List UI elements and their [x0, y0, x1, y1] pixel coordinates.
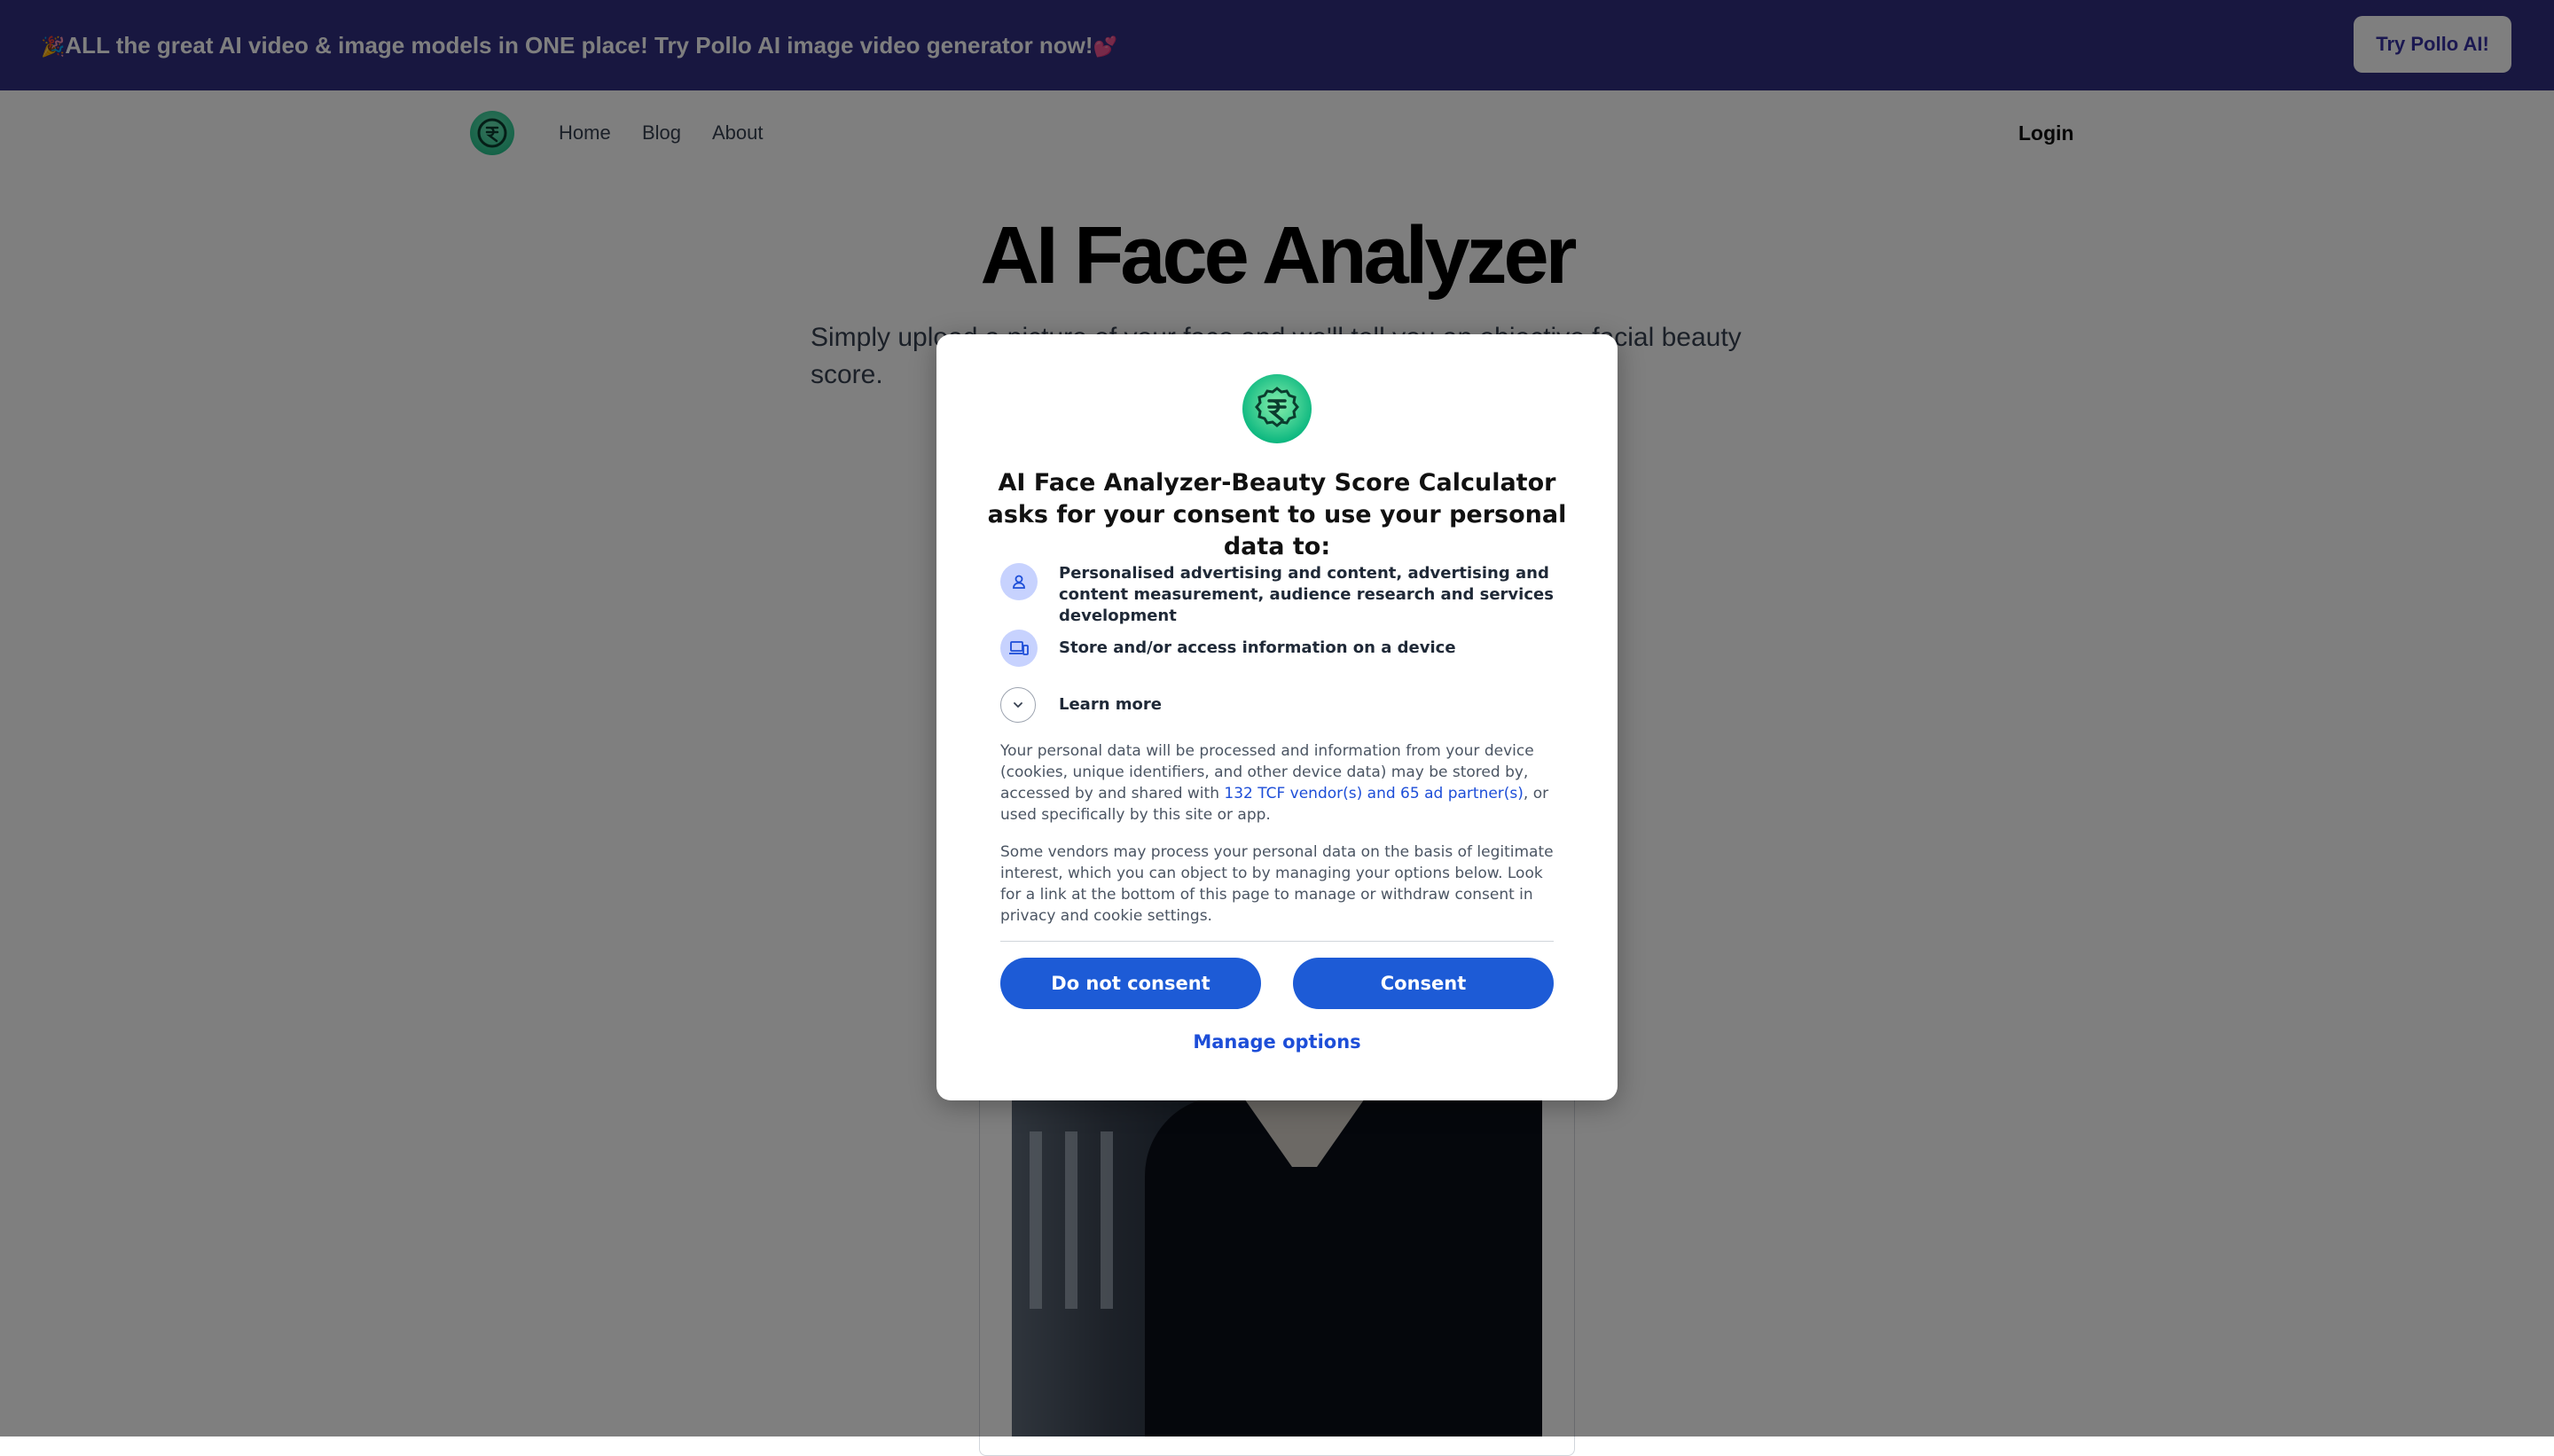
purpose-text: Personalised advertising and content, ad… — [1059, 564, 1554, 625]
manage-options-link[interactable]: Manage options — [936, 1031, 1618, 1053]
do-not-consent-button[interactable]: Do not consent — [1000, 958, 1261, 1009]
devices-icon — [1000, 630, 1038, 667]
consent-logo — [1242, 374, 1312, 443]
chevron-down-icon — [1014, 702, 1022, 708]
purpose-text: Store and/or access information on a dev… — [1059, 638, 1456, 657]
consent-dialog: AI Face Analyzer-Beauty Score Calculator… — [936, 334, 1618, 1100]
divider — [1000, 941, 1554, 942]
learn-more-toggle[interactable] — [1000, 687, 1036, 723]
person-icon — [1000, 563, 1038, 600]
learn-more-label[interactable]: Learn more — [1059, 693, 1162, 716]
consent-button[interactable]: Consent — [1293, 958, 1554, 1009]
consent-paragraph-1: Your personal data will be processed and… — [1000, 742, 1549, 824]
vendors-link[interactable]: 132 TCF vendor(s) and 65 ad partner(s) — [1224, 785, 1524, 802]
consent-title: AI Face Analyzer-Beauty Score Calculator… — [987, 469, 1567, 560]
currency-coin-logo-icon — [1255, 387, 1299, 427]
consent-paragraph-2: Some vendors may process your personal d… — [1000, 843, 1554, 925]
